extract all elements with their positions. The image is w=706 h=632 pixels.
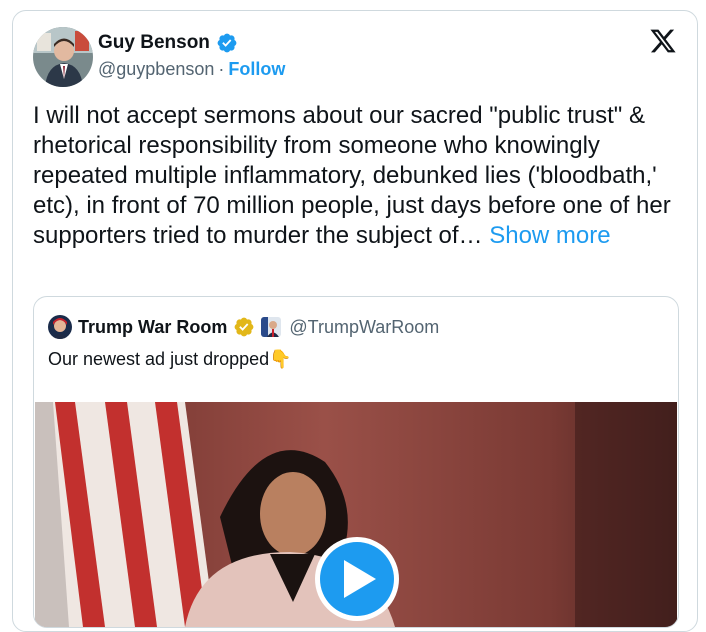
quoted-tweet-body: Our newest ad just dropped [48, 349, 270, 369]
gold-check-icon [234, 317, 254, 337]
follow-button[interactable]: Follow [228, 59, 285, 79]
separator-dot: · [218, 59, 225, 79]
video-thumbnail[interactable] [35, 402, 677, 627]
quoted-author-handle[interactable]: @TrumpWarRoom [289, 317, 439, 338]
author-avatar[interactable] [33, 27, 93, 87]
pointing-down-emoji: 👇 [269, 349, 292, 369]
affiliate-badge-icon [261, 317, 282, 337]
author-handle[interactable]: @guypbenson [98, 59, 214, 79]
author-name[interactable]: Guy Benson [98, 32, 210, 54]
quoted-tweet-text: Our newest ad just dropped👇 [48, 349, 292, 370]
flag-background [35, 402, 215, 627]
show-more-link[interactable]: Show more [489, 222, 610, 249]
blue-check-icon [217, 33, 237, 53]
embedded-tweet-card: Guy Benson @guypbenson · Follow I will not… [12, 10, 698, 632]
play-icon[interactable] [315, 537, 399, 621]
quoted-tweet[interactable]: Trump War Room @TrumpWarRoom Our newest … [33, 296, 679, 628]
x-logo-icon[interactable] [649, 27, 677, 55]
quoted-author-name[interactable]: Trump War Room [78, 317, 227, 338]
quoted-author-avatar[interactable] [48, 315, 72, 339]
tweet-text: I will not accept sermons about our sacr… [33, 101, 683, 251]
